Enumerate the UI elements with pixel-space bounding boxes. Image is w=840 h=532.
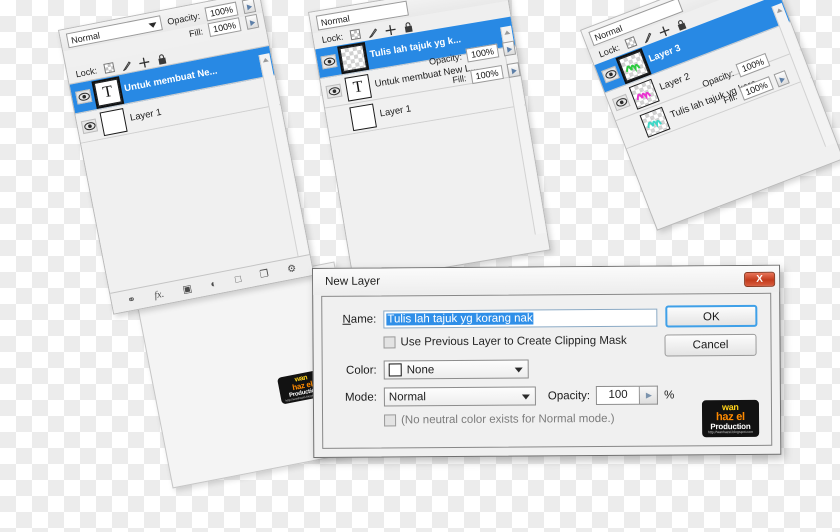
chevron-down-icon bbox=[148, 22, 158, 29]
transparency-lock-icon[interactable] bbox=[623, 35, 637, 49]
clipping-mask-label: Use Previous Layer to Create Clipping Ma… bbox=[400, 334, 627, 349]
panel1-lock-label: Lock: bbox=[74, 64, 98, 79]
dialog-body: Name: Tulis lah tajuk yg korang nak Use … bbox=[321, 292, 773, 449]
panel2-fill-spinner[interactable] bbox=[506, 62, 521, 78]
percent-sign: % bbox=[664, 388, 675, 402]
logo: wan haz el Production http://wanhazel.bl… bbox=[701, 399, 760, 437]
layer-name-value: Tulis lah tajuk yg korang nak bbox=[386, 312, 534, 326]
layer-thumbnail[interactable]: T bbox=[344, 73, 372, 102]
layers-panel-1[interactable]: Normal Opacity: 100% Fill: 100% Lock: T … bbox=[58, 0, 315, 315]
link-icon[interactable]: ⚭ bbox=[126, 294, 136, 306]
close-icon[interactable]: X bbox=[744, 271, 776, 287]
panel2-blend-mode-value: Normal bbox=[320, 13, 351, 28]
dialog-title: New Layer bbox=[325, 275, 381, 288]
eye-icon[interactable] bbox=[601, 65, 620, 84]
color-select[interactable]: None bbox=[383, 359, 529, 380]
brush-lock-icon[interactable] bbox=[366, 25, 379, 39]
color-swatch bbox=[388, 363, 402, 377]
chevron-down-icon bbox=[521, 394, 530, 400]
mode-select[interactable]: Normal bbox=[383, 386, 536, 407]
transparency-lock-icon[interactable] bbox=[349, 28, 361, 40]
layer-name: Layer 3 bbox=[647, 42, 683, 65]
panel1-opacity-label: Opacity: bbox=[166, 10, 201, 27]
group-icon[interactable]: □ bbox=[234, 273, 242, 285]
move-lock-icon[interactable] bbox=[656, 22, 670, 37]
clipping-mask-checkbox[interactable] bbox=[383, 336, 396, 349]
delete-icon[interactable]: ⚙ bbox=[286, 263, 297, 276]
lock-all-icon[interactable] bbox=[673, 16, 687, 31]
dialog-opacity-input[interactable]: 100 bbox=[596, 385, 641, 406]
layer-name: Layer 1 bbox=[378, 103, 412, 120]
mode-value: Normal bbox=[388, 390, 427, 403]
eye-icon[interactable] bbox=[325, 83, 343, 99]
neutral-color-note: (No neutral color exists for Normal mode… bbox=[401, 412, 615, 427]
panel1-blend-mode-value: Normal bbox=[70, 30, 101, 46]
canvas-stage: Normal Opacity: 100% Fill: 100% Lock: T … bbox=[0, 0, 840, 532]
mask-icon[interactable]: ▣ bbox=[182, 283, 193, 296]
eye-icon[interactable] bbox=[80, 118, 99, 135]
dialog-opacity-label: Opacity: bbox=[547, 389, 591, 402]
dialog-opacity-spinner[interactable] bbox=[640, 385, 659, 405]
panel2-opacity-label: Opacity: bbox=[428, 51, 463, 67]
adjustment-icon[interactable]: ◐ bbox=[210, 278, 218, 290]
layer-name: Layer 1 bbox=[129, 106, 163, 124]
lock-all-icon[interactable] bbox=[155, 51, 168, 65]
layers-panel-3[interactable]: Normal Lock: Layer 3 Layer 2 Tulis lah t… bbox=[580, 0, 840, 231]
panel1-fill-label: Fill: bbox=[188, 26, 204, 39]
transparency-lock-icon[interactable] bbox=[102, 61, 115, 74]
logo-line-4: http://wanhazel.blogspot.com bbox=[707, 429, 754, 435]
dialog-watermark-logo: wan haz el Production http://wanhazel.bl… bbox=[701, 399, 760, 437]
layer-name: Layer 2 bbox=[658, 71, 692, 93]
cancel-button[interactable]: Cancel bbox=[664, 333, 757, 357]
panel1-opacity-spinner[interactable] bbox=[241, 0, 257, 14]
dialog-title-bar[interactable]: New Layer X bbox=[313, 265, 780, 295]
color-label: Color: bbox=[345, 364, 377, 377]
new-layer-dialog[interactable]: New Layer X Name: Tulis lah tajuk yg kor… bbox=[312, 264, 782, 458]
layer-thumbnail[interactable] bbox=[628, 78, 660, 110]
panel2-lock-label: Lock: bbox=[320, 31, 344, 45]
panel1-fill-spinner[interactable] bbox=[244, 13, 260, 30]
brush-lock-icon[interactable] bbox=[639, 29, 653, 44]
neutral-color-checkbox[interactable] bbox=[384, 414, 397, 427]
fx-icon[interactable]: fx. bbox=[153, 288, 165, 301]
name-label: Name: bbox=[342, 313, 377, 326]
layer-thumbnail[interactable] bbox=[99, 107, 128, 136]
brush-lock-icon[interactable] bbox=[119, 58, 132, 72]
name-label-text: ame: bbox=[350, 313, 377, 326]
layer-thumbnail[interactable] bbox=[615, 47, 652, 84]
mode-label: Mode: bbox=[344, 391, 377, 404]
layer-name-input[interactable]: Tulis lah tajuk yg korang nak bbox=[383, 308, 658, 329]
ok-button[interactable]: OK bbox=[665, 304, 758, 328]
color-value: None bbox=[406, 363, 435, 376]
panel3-fill-label: Fill: bbox=[722, 91, 739, 106]
chevron-down-icon bbox=[514, 367, 523, 373]
panel2-opacity-spinner[interactable] bbox=[501, 40, 517, 57]
panel2-fill-label: Fill: bbox=[451, 73, 468, 86]
layer-thumbnail[interactable] bbox=[639, 106, 671, 138]
lock-all-icon[interactable] bbox=[401, 19, 414, 33]
eye-icon[interactable] bbox=[320, 54, 338, 70]
eye-icon[interactable] bbox=[611, 93, 631, 112]
move-lock-icon[interactable] bbox=[137, 54, 150, 68]
eye-icon[interactable] bbox=[75, 89, 93, 105]
layer-thumbnail[interactable] bbox=[337, 41, 370, 74]
layer-thumbnail[interactable]: T bbox=[91, 75, 125, 109]
move-lock-icon[interactable] bbox=[383, 22, 396, 36]
layer-thumbnail[interactable] bbox=[349, 103, 377, 131]
new-layer-icon[interactable]: ❐ bbox=[259, 268, 270, 281]
